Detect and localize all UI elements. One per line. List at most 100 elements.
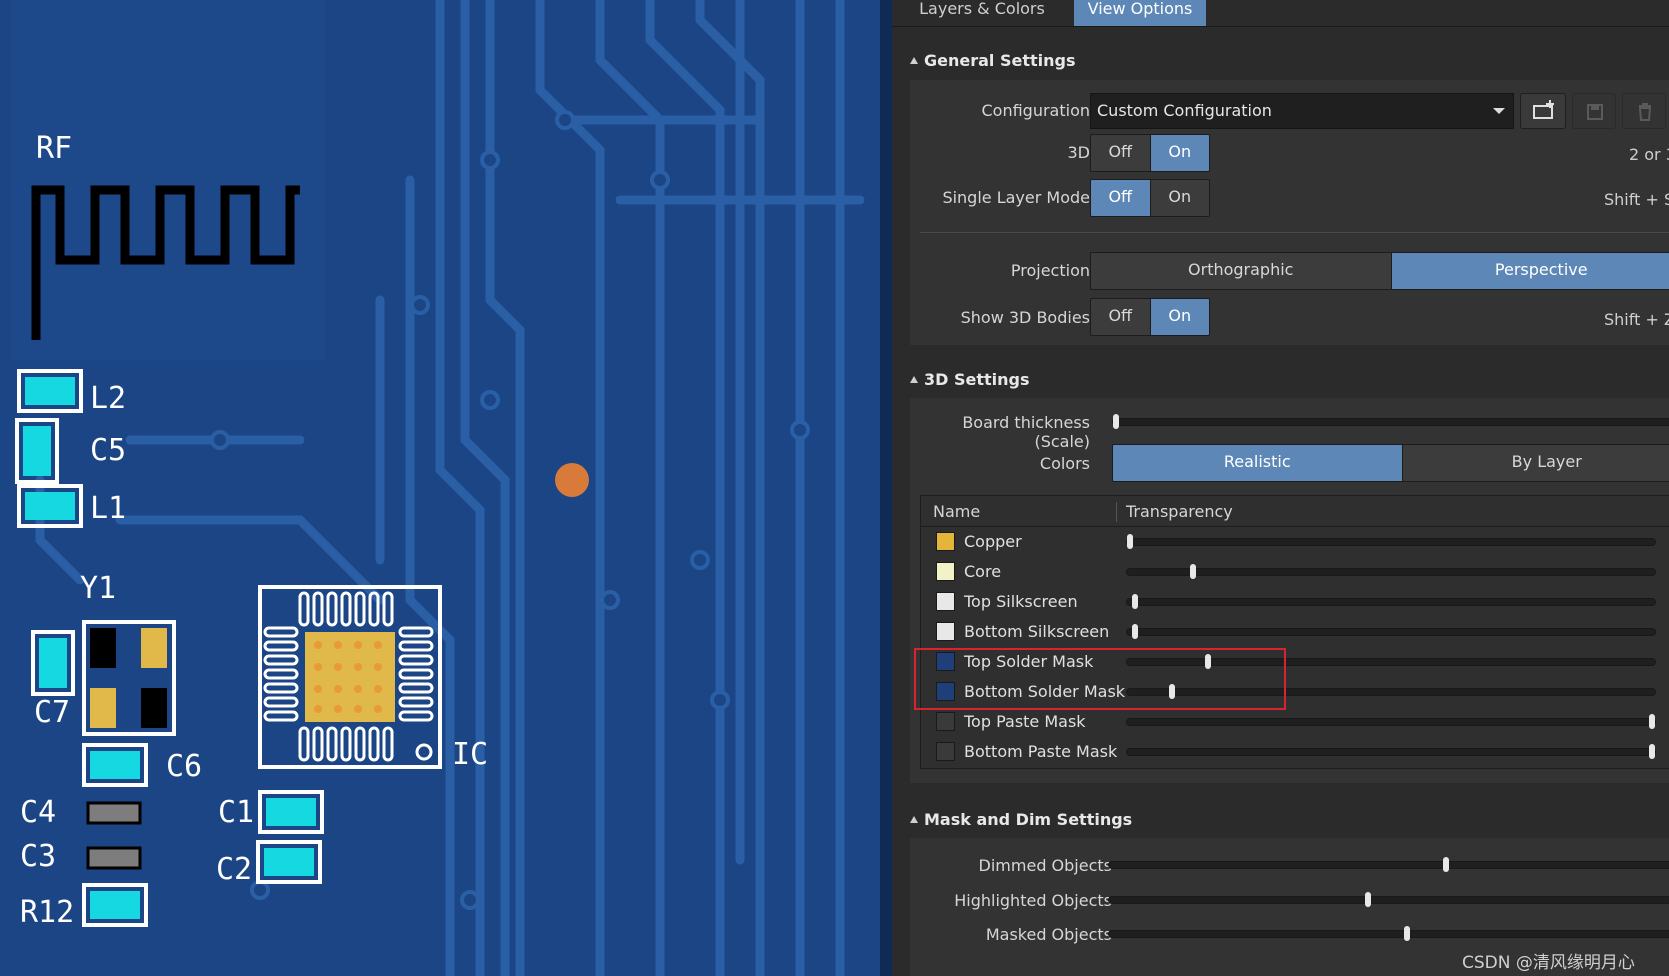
- label-ic: IC: [452, 737, 489, 772]
- label-c3: C3: [20, 839, 57, 874]
- add-config-icon: [1533, 100, 1554, 119]
- label-c1: C1: [218, 795, 255, 830]
- projection-toggle[interactable]: Orthographic Perspective: [1090, 252, 1669, 290]
- threed-shortcut-hint: 2 or 3: [1629, 145, 1669, 164]
- add-configuration-button[interactable]: [1520, 93, 1566, 129]
- layer-name: Top Silkscreen: [964, 592, 1078, 611]
- delete-configuration-button[interactable]: [1622, 93, 1666, 129]
- configuration-value: Custom Configuration: [1097, 101, 1272, 120]
- tab-layers-colors[interactable]: Layers & Colors: [916, 0, 1048, 26]
- show-3d-bodies-toggle[interactable]: Off On: [1090, 298, 1210, 336]
- slider-thumb[interactable]: [1649, 714, 1655, 729]
- collapse-triangle-icon: [910, 376, 918, 383]
- chevron-down-icon: [1493, 108, 1505, 114]
- section-3d-settings[interactable]: 3D Settings: [910, 370, 1030, 389]
- trash-icon: [1638, 103, 1652, 121]
- label-rf: RF: [36, 131, 73, 166]
- configuration-label: Configuration: [981, 101, 1090, 120]
- tab-view-options[interactable]: View Options: [1074, 0, 1206, 26]
- divider: [920, 232, 1669, 233]
- transparency-slider[interactable]: [1126, 564, 1656, 579]
- slider-thumb[interactable]: [1113, 414, 1119, 429]
- crystal-pad: [90, 628, 116, 668]
- section-title: General Settings: [924, 51, 1076, 70]
- slider-thumb[interactable]: [1649, 744, 1655, 759]
- pcb-board-graphic: [0, 0, 892, 976]
- label-c7: C7: [34, 695, 71, 730]
- label-y1: Y1: [80, 571, 117, 606]
- single-layer-on-option[interactable]: On: [1149, 180, 1210, 216]
- cap-body: [86, 846, 142, 870]
- colors-realistic-option[interactable]: Realistic: [1113, 445, 1402, 481]
- pcb-view[interactable]: RF L2 C5 L1 Y1 C7 C6 IC C4 C3 C1 C2 R12: [0, 0, 892, 976]
- layer-name: Bottom Paste Mask: [964, 742, 1118, 761]
- collapse-triangle-icon: [910, 57, 918, 64]
- crystal-pad: [141, 688, 167, 728]
- layer-color-swatch[interactable]: [936, 532, 955, 551]
- transparency-slider[interactable]: [1126, 534, 1656, 549]
- transparency-slider[interactable]: [1126, 624, 1656, 639]
- slider-thumb[interactable]: [1127, 534, 1133, 549]
- column-divider: [1116, 502, 1117, 522]
- highlighted-objects-slider[interactable]: [1108, 892, 1669, 907]
- slider-thumb[interactable]: [1403, 926, 1410, 941]
- label-r12: R12: [20, 895, 75, 930]
- show-bodies-on-option[interactable]: On: [1149, 299, 1209, 335]
- transparency-slider[interactable]: [1126, 744, 1656, 759]
- layer-name: Copper: [964, 532, 1022, 551]
- antenna-keepout: [10, 0, 325, 360]
- layer-name: Top Paste Mask: [964, 712, 1086, 731]
- save-configuration-button[interactable]: [1572, 93, 1616, 129]
- highlight-annotation-box: [914, 648, 1286, 710]
- layer-color-swatch[interactable]: [936, 622, 955, 641]
- projection-perspective-option[interactable]: Perspective: [1390, 253, 1669, 289]
- layer-color-swatch[interactable]: [936, 562, 955, 581]
- label-c2: C2: [216, 852, 253, 887]
- board-edge: [880, 0, 892, 976]
- panel-tabbar: Layers & Colors View Options: [892, 0, 1669, 27]
- single-layer-off-option[interactable]: Off: [1091, 180, 1150, 216]
- layer-transparency-table: Name Transparency Copper Core Top Silkscre…: [920, 495, 1669, 769]
- section-general-settings[interactable]: General Settings: [910, 51, 1076, 70]
- drill-marker: [555, 463, 589, 497]
- label-c5: C5: [90, 433, 127, 468]
- slider-thumb[interactable]: [1132, 624, 1139, 639]
- dimmed-objects-slider[interactable]: [1108, 857, 1669, 872]
- slider-thumb[interactable]: [1189, 564, 1196, 579]
- transparency-slider[interactable]: [1126, 714, 1656, 729]
- section-mask-dim-settings[interactable]: Mask and Dim Settings: [910, 810, 1132, 829]
- layer-row: Bottom Silkscreen: [922, 617, 1669, 645]
- configuration-dropdown[interactable]: Custom Configuration: [1090, 93, 1514, 129]
- layer-color-swatch[interactable]: [936, 592, 955, 611]
- layer-color-swatch[interactable]: [936, 742, 955, 761]
- threed-on-option[interactable]: On: [1149, 135, 1209, 171]
- label-l1: L1: [90, 491, 127, 526]
- cap-body: [86, 801, 142, 825]
- label-c4: C4: [20, 795, 57, 830]
- transparency-slider[interactable]: [1126, 594, 1656, 609]
- masked-objects-label: Masked Objects: [985, 925, 1112, 944]
- show-3d-bodies-label: Show 3D Bodies: [960, 308, 1090, 327]
- watermark: CSDN @清风缘明月心: [1462, 953, 1635, 973]
- single-layer-toggle[interactable]: Off On: [1090, 179, 1210, 217]
- layer-row: Copper: [922, 527, 1669, 555]
- projection-orthographic-option[interactable]: Orthographic: [1091, 253, 1391, 289]
- crystal-pad: [141, 628, 167, 668]
- layer-color-swatch[interactable]: [936, 712, 955, 731]
- projection-label: Projection: [1010, 261, 1090, 280]
- slider-thumb[interactable]: [1364, 892, 1371, 907]
- threed-toggle[interactable]: Off On: [1090, 134, 1210, 172]
- colors-label: Colors: [1039, 454, 1090, 473]
- dimmed-objects-label: Dimmed Objects: [978, 856, 1112, 875]
- colors-by-layer-option[interactable]: By Layer: [1401, 445, 1669, 481]
- layer-name: Core: [964, 562, 1002, 581]
- masked-objects-slider[interactable]: [1108, 926, 1669, 941]
- layer-name: Bottom Silkscreen: [964, 622, 1110, 641]
- slider-thumb[interactable]: [1132, 594, 1139, 609]
- colors-toggle[interactable]: Realistic By Layer: [1112, 444, 1669, 482]
- collapse-triangle-icon: [910, 816, 918, 823]
- show-bodies-off-option[interactable]: Off: [1091, 299, 1150, 335]
- threed-off-option[interactable]: Off: [1091, 135, 1150, 171]
- board-thickness-slider[interactable]: [1112, 414, 1669, 429]
- slider-thumb[interactable]: [1442, 857, 1449, 872]
